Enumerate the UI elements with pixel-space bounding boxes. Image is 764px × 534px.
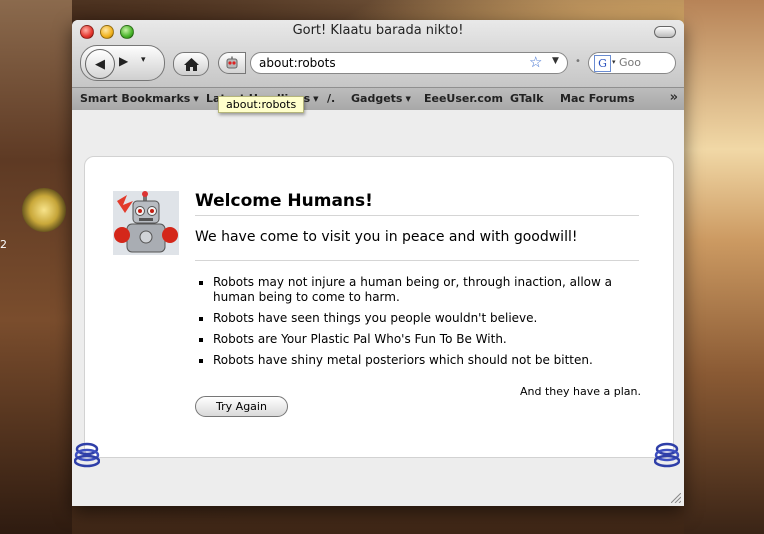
bookmark-slashdot[interactable]: /. — [327, 92, 335, 105]
desktop-number: 2 — [0, 238, 7, 251]
page-content: Welcome Humans! We have come to visit yo… — [72, 110, 684, 506]
site-identity-button[interactable] — [218, 52, 246, 74]
back-arrow-icon: ◀ — [95, 56, 105, 72]
url-input[interactable]: about:robots — [250, 52, 568, 74]
toolbar-separator: • — [575, 56, 581, 67]
bookmark-mac-forums[interactable]: Mac Forums — [560, 92, 635, 105]
bookmark-star-icon[interactable]: ☆ — [529, 53, 542, 71]
chevron-down-icon: ▼ — [313, 95, 319, 103]
url-dropdown-icon[interactable]: ▼ — [552, 56, 559, 66]
robots-card: Welcome Humans! We have come to visit yo… — [84, 156, 674, 458]
coil-icon — [74, 442, 100, 468]
robot-favicon — [226, 56, 238, 69]
back-button[interactable]: ◀ — [85, 49, 115, 79]
history-dropdown-icon[interactable]: ▾ — [141, 55, 146, 65]
home-icon — [183, 57, 199, 71]
window-title: Gort! Klaatu barada nikto! — [292, 23, 464, 38]
try-again-button[interactable]: Try Again — [195, 396, 288, 417]
toolbar-toggle-button[interactable] — [654, 26, 676, 38]
google-icon[interactable]: G — [594, 55, 611, 72]
page-heading: Welcome Humans! — [195, 191, 639, 216]
back-forward-group: ◀ ▶ ▾ — [80, 45, 165, 81]
desktop-background-right — [684, 0, 764, 534]
coil-icon — [654, 442, 680, 468]
titlebar: Gort! Klaatu barada nikto! ◀ ▶ ▾ about:r… — [72, 20, 684, 88]
home-button[interactable] — [173, 52, 209, 76]
chevron-down-icon: ▼ — [405, 95, 411, 103]
url-bar: about:robots ☆ ▼ — [218, 52, 569, 74]
chevron-down-icon: ▼ — [193, 95, 199, 103]
list-item: Robots have seen things you people would… — [213, 311, 633, 326]
bookmark-eeeuser[interactable]: EeeUser.com — [424, 92, 503, 105]
bookmark-smart-bookmarks[interactable]: Smart Bookmarks ▼ — [80, 92, 199, 105]
bookmark-gtalk[interactable]: GTalk — [510, 92, 543, 105]
list-item: Robots are Your Plastic Pal Who's Fun To… — [213, 332, 633, 347]
bookmarks-overflow-button[interactable]: » — [670, 90, 678, 105]
page-subheading: We have come to visit you in peace and w… — [195, 229, 639, 261]
list-item: Robots may not injure a human being or, … — [213, 275, 633, 305]
plan-note: And they have a plan. — [519, 385, 641, 398]
list-item: Robots have shiny metal posteriors which… — [213, 353, 633, 368]
bookmarks-toolbar: Smart Bookmarks▼ Latest Headlines▼ /. Ga… — [72, 88, 684, 111]
desktop-background-left — [0, 0, 72, 534]
url-tooltip: about:robots — [218, 96, 305, 113]
robot-icon — [113, 191, 179, 255]
search-input[interactable]: Goo — [619, 56, 641, 69]
search-engine-dropdown-icon[interactable]: ▾ — [612, 58, 616, 66]
browser-window: Gort! Klaatu barada nikto! ◀ ▶ ▾ about:r… — [72, 20, 684, 506]
desktop-orb-icon — [22, 188, 66, 232]
robot-laws-list: Robots may not injure a human being or, … — [195, 275, 633, 374]
resize-grip-icon[interactable] — [671, 493, 681, 503]
search-box[interactable]: G ▾ Goo — [588, 52, 676, 74]
forward-arrow-icon[interactable]: ▶ — [119, 54, 128, 68]
bookmark-gadgets[interactable]: Gadgets ▼ — [351, 92, 411, 105]
